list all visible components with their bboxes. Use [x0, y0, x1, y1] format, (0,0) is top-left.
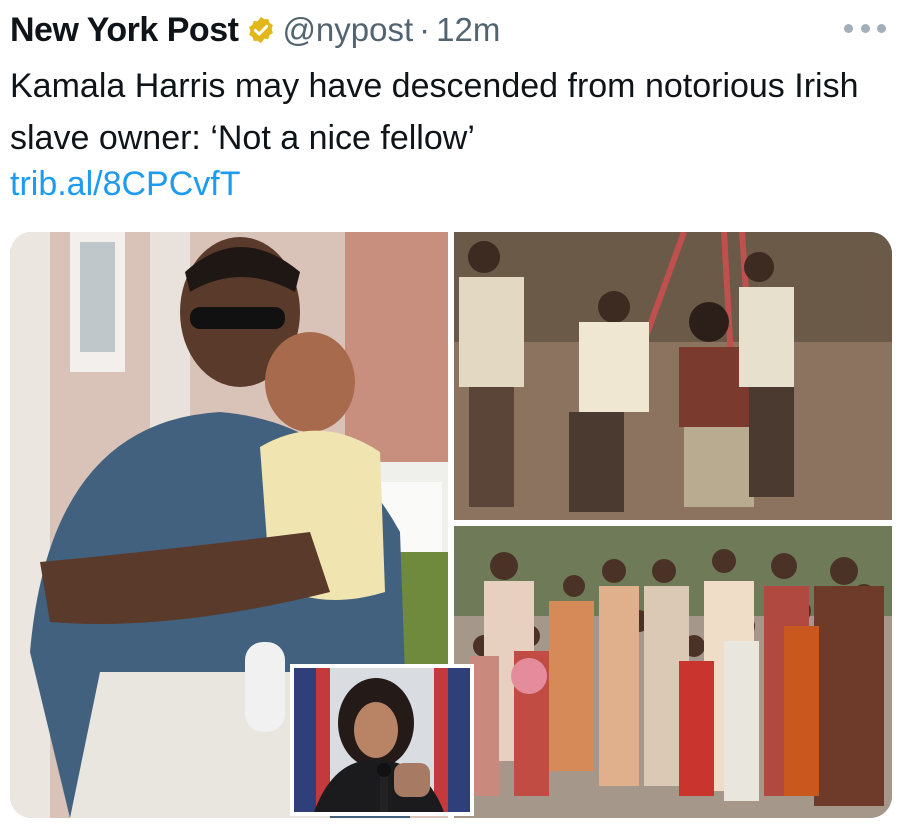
photo-family-group[interactable] — [454, 526, 892, 818]
more-dot — [860, 23, 870, 33]
separator-dot: · — [419, 11, 431, 48]
media-grid[interactable] — [10, 232, 892, 818]
photo-inset-speaker[interactable] — [290, 664, 474, 816]
more-options-icon[interactable] — [844, 18, 886, 38]
more-dot — [844, 23, 853, 33]
tweet-link[interactable]: trib.al/8CPCvfT — [10, 165, 241, 204]
author-name[interactable]: New York Post — [10, 11, 239, 50]
photo-children-playground[interactable] — [454, 232, 892, 520]
author-handle[interactable]: @nypost — [282, 11, 413, 49]
gold-verified-badge-icon[interactable] — [246, 15, 276, 45]
timestamp[interactable]: 12m — [436, 11, 500, 49]
tweet-text: Kamala Harris may have descended from no… — [10, 67, 859, 157]
tweet-header: New York Post @nypost · 12m — [10, 8, 500, 52]
more-dot — [877, 23, 886, 33]
